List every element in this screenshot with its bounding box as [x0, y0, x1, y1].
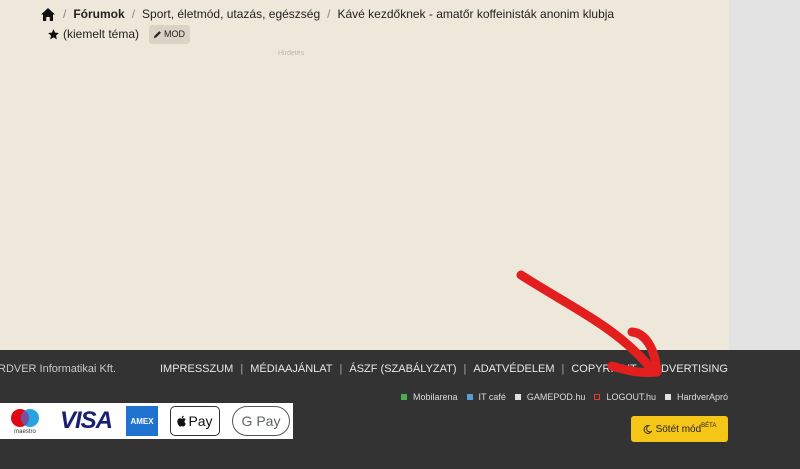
breadcrumb-category[interactable]: Sport, életmód, utazás, egészség: [142, 6, 320, 23]
moon-icon: [643, 424, 652, 434]
site-link-itcafe[interactable]: IT café: [466, 392, 506, 402]
amex-logo: AMEX: [126, 406, 158, 436]
featured-topic-label: (kiemelt téma): [63, 27, 140, 41]
beta-badge: BÉTA: [701, 423, 717, 429]
footer: RDVER Informatikai Kft. IMPRESSZUM | MÉD…: [0, 350, 800, 469]
footer-links: IMPRESSZUM | MÉDIAAJÁNLAT | ÁSZF (SZABÁL…: [160, 363, 728, 375]
footer-link-aszf[interactable]: ÁSZF (SZABÁLYZAT): [349, 363, 456, 375]
breadcrumb: / Fórumok / Sport, életmód, utazás, egés…: [40, 6, 614, 44]
site-color-square: [466, 394, 473, 400]
footer-link-copyright[interactable]: COPYRIGHT: [571, 363, 636, 375]
home-icon[interactable]: [40, 7, 56, 22]
visa-logo: VISA: [59, 407, 113, 434]
site-color-square: [401, 394, 408, 400]
pencil-icon: [153, 31, 161, 39]
apple-pay-logo: Pay: [170, 406, 220, 436]
partner-sites: Mobilarena IT café GAMEPOD.hu LOGOUT.hu …: [392, 392, 728, 402]
site-color-square: [664, 394, 671, 400]
site-color-square: [514, 394, 521, 400]
company-name: RDVER Informatikai Kft.: [0, 363, 116, 375]
dark-mode-label: Sötét mód: [655, 423, 702, 435]
payment-methods: maestro VISA AMEX Pay G Pay: [0, 403, 293, 439]
site-link-hardverapro[interactable]: HardverApró: [664, 392, 728, 402]
site-link-gamepod[interactable]: GAMEPOD.hu: [514, 392, 585, 402]
mod-button[interactable]: MOD: [149, 25, 191, 44]
ad-label: Hirdetés: [278, 50, 305, 57]
site-color-square: [594, 394, 601, 400]
apple-icon: [177, 415, 187, 427]
footer-link-impresszum[interactable]: IMPRESSZUM: [160, 363, 233, 375]
mod-label: MOD: [164, 29, 186, 39]
breadcrumb-forums[interactable]: Fórumok: [73, 6, 124, 23]
site-link-logout[interactable]: LOGOUT.hu: [594, 392, 656, 402]
site-link-mobilarena[interactable]: Mobilarena: [401, 392, 458, 402]
star-icon: [48, 29, 59, 40]
breadcrumb-topic[interactable]: Kávé kezdőknek - amatőr koffeinisták ano…: [337, 6, 614, 23]
footer-link-advertising[interactable]: ADVERTISING: [654, 363, 728, 375]
dark-mode-button[interactable]: Sötét mód BÉTA: [631, 416, 728, 442]
maestro-logo: maestro: [4, 404, 46, 438]
google-pay-logo: G Pay: [232, 406, 290, 436]
footer-link-mediaajanlat[interactable]: MÉDIAAJÁNLAT: [250, 363, 332, 375]
right-sidebar: [729, 0, 800, 350]
main-content: / Fórumok / Sport, életmód, utazás, egés…: [0, 0, 729, 350]
footer-link-adatvedelem[interactable]: ADATVÉDELEM: [473, 363, 554, 375]
